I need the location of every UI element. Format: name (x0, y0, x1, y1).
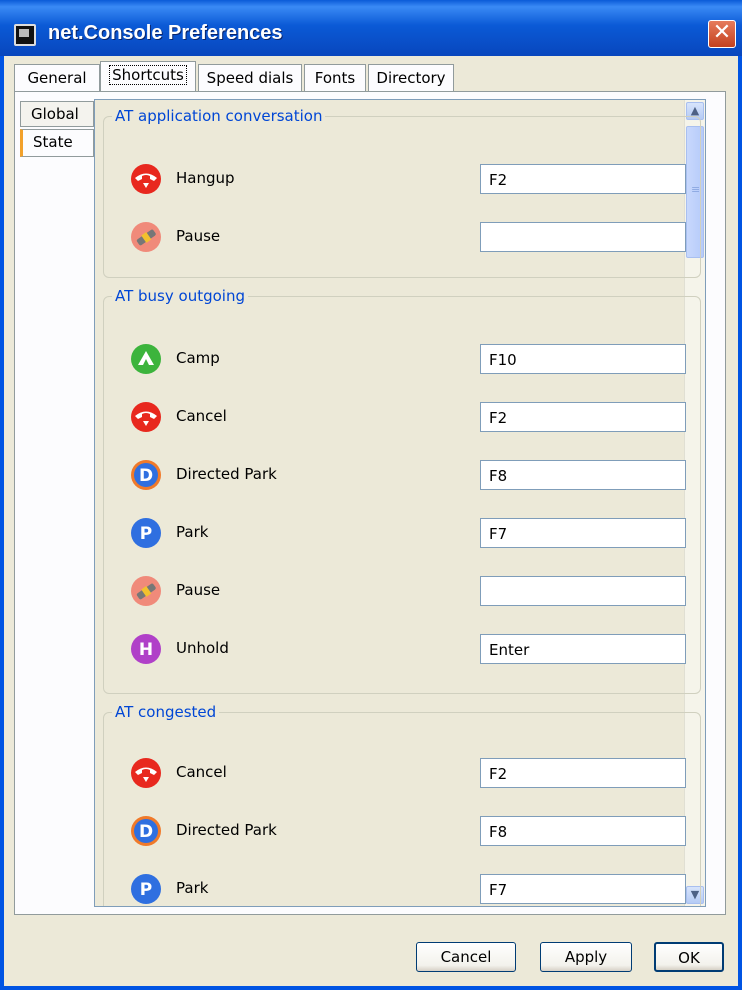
ok-button[interactable]: OK (654, 942, 724, 972)
svg-text:D: D (139, 822, 153, 842)
svg-text:D: D (139, 466, 153, 486)
shortcut-label: Park (176, 523, 209, 541)
tab-general[interactable]: General (14, 64, 100, 91)
svg-text:H: H (139, 640, 153, 660)
shortcut-key-field[interactable] (480, 576, 686, 606)
shortcut-label: Directed Park (176, 821, 277, 839)
side-tabs: Global State (20, 101, 94, 157)
group-busy-outgoing: AT busy outgoing Camp F10 Cancel F2 D Di… (103, 287, 701, 694)
hangup-icon (131, 164, 161, 194)
shortcut-label: Hangup (176, 169, 235, 187)
shortcut-key-field[interactable]: F8 (480, 460, 686, 490)
shortcut-row: Pause (104, 573, 700, 609)
shortcut-key-field[interactable]: F10 (480, 344, 686, 374)
tab-directory[interactable]: Directory (368, 64, 454, 91)
shortcut-key-field[interactable]: F7 (480, 518, 686, 548)
shortcut-label: Pause (176, 227, 221, 245)
shortcut-label: Pause (176, 581, 221, 599)
svg-text:P: P (140, 524, 152, 544)
park-icon: P (131, 518, 161, 548)
group-application-conversation: AT application conversation Hangup F2 Pa… (103, 107, 701, 278)
shortcut-key-field[interactable]: F7 (480, 874, 686, 904)
camp-icon (131, 344, 161, 374)
group-title: AT application conversation (112, 107, 326, 125)
shortcut-row: Cancel F2 (104, 399, 700, 435)
shortcut-key-field[interactable]: F2 (480, 402, 686, 432)
shortcut-key-field[interactable]: Enter (480, 634, 686, 664)
group-congested: AT congested Cancel F2 D Directed Park F… (103, 703, 701, 906)
park-icon: P (131, 874, 161, 904)
shortcut-key-field[interactable]: F8 (480, 816, 686, 846)
shortcuts-list[interactable]: ▲ ▼ AT application conversation Hangup F… (94, 99, 706, 907)
shortcut-label: Park (176, 879, 209, 897)
shortcut-label: Camp (176, 349, 220, 367)
shortcut-row: P Park F7 (104, 515, 700, 551)
shortcut-row: P Park F7 (104, 871, 700, 906)
hangup-icon (131, 402, 161, 432)
directed-park-icon: D (131, 460, 161, 490)
title-bar[interactable]: net.Console Preferences ✕ (0, 0, 742, 56)
app-icon (14, 24, 36, 46)
side-tab-global[interactable]: Global (20, 101, 94, 127)
close-button[interactable]: ✕ (708, 20, 736, 48)
pause-icon (131, 576, 161, 606)
hangup-icon (131, 758, 161, 788)
shortcut-label: Directed Park (176, 465, 277, 483)
shortcut-row: D Directed Park F8 (104, 457, 700, 493)
shortcut-row: H Unhold Enter (104, 631, 700, 667)
apply-button[interactable]: Apply (540, 942, 632, 972)
group-title: AT busy outgoing (112, 287, 248, 305)
shortcut-row: Cancel F2 (104, 755, 700, 791)
shortcut-label: Cancel (176, 407, 227, 425)
tab-fonts[interactable]: Fonts (304, 64, 366, 91)
svg-text:P: P (140, 880, 152, 900)
side-tab-state[interactable]: State (20, 129, 94, 157)
close-icon: ✕ (712, 20, 732, 45)
shortcut-key-field[interactable]: F2 (480, 758, 686, 788)
unhold-icon: H (131, 634, 161, 664)
pause-icon (131, 222, 161, 252)
shortcut-label: Cancel (176, 763, 227, 781)
group-title: AT congested (112, 703, 220, 721)
shortcut-label: Unhold (176, 639, 229, 657)
cancel-button[interactable]: Cancel (416, 942, 516, 972)
tab-shortcuts[interactable]: Shortcuts (100, 61, 196, 92)
shortcut-row: Hangup F2 (104, 161, 700, 197)
shortcut-row: Camp F10 (104, 341, 700, 377)
window-title: net.Console Preferences (48, 22, 283, 44)
shortcut-key-field[interactable]: F2 (480, 164, 686, 194)
shortcut-row: D Directed Park F8 (104, 813, 700, 849)
shortcut-row: Pause (104, 219, 700, 255)
directed-park-icon: D (131, 816, 161, 846)
shortcut-key-field[interactable] (480, 222, 686, 252)
tab-speed-dials[interactable]: Speed dials (198, 64, 302, 91)
